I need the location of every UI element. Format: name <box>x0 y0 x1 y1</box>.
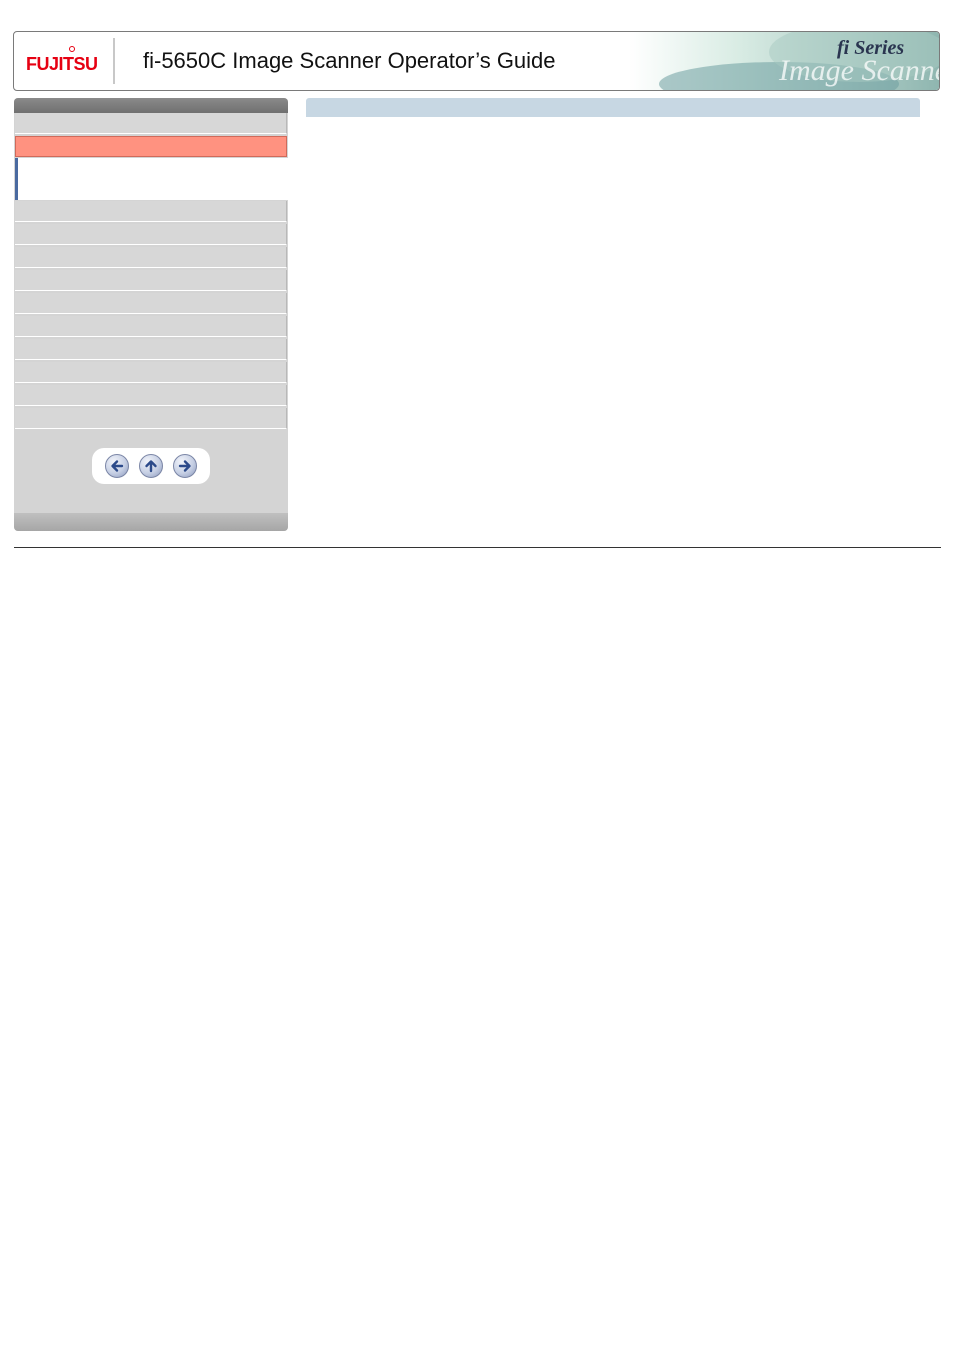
page-divider <box>14 547 941 548</box>
header-banner: FUJITSU fi-5650C Image Scanner Operator’… <box>13 31 940 91</box>
sidebar-item-active[interactable] <box>15 136 287 157</box>
content-header-bar <box>306 98 920 117</box>
next-button[interactable] <box>173 454 197 478</box>
sidebar-item-6[interactable] <box>15 270 287 291</box>
sidebar-item-11[interactable] <box>15 385 287 406</box>
sidebar <box>14 98 288 531</box>
sidebar-item-8[interactable] <box>15 316 287 337</box>
sidebar-bottom-bar <box>14 513 288 531</box>
sidebar-item-10[interactable] <box>15 362 287 383</box>
page-title: fi-5650C Image Scanner Operator’s Guide <box>143 48 556 73</box>
logo-divider <box>113 38 115 84</box>
back-button[interactable] <box>105 454 129 478</box>
arrow-right-icon <box>178 460 191 472</box>
sidebar-item-5[interactable] <box>15 247 287 268</box>
banner-art-image: Image Scanner fi Series <box>629 32 939 90</box>
sidebar-item-9[interactable] <box>15 339 287 360</box>
sidebar-subsection <box>15 158 288 200</box>
sidebar-subsection-marker <box>15 158 18 200</box>
sidebar-item-3[interactable] <box>15 201 287 222</box>
series-badge: fi Series <box>837 37 904 59</box>
fujitsu-logo: FUJITSU <box>26 46 102 76</box>
up-button[interactable] <box>139 454 163 478</box>
nav-buttons <box>92 448 210 484</box>
sidebar-item-4[interactable] <box>15 224 287 245</box>
sidebar-item-12[interactable] <box>15 408 287 429</box>
arrow-left-icon <box>111 460 124 472</box>
logo-text: FUJITSU <box>26 54 98 74</box>
sidebar-item-7[interactable] <box>15 293 287 314</box>
sidebar-item-1[interactable] <box>15 113 287 134</box>
sidebar-top-bar <box>14 98 288 113</box>
arrow-up-icon <box>145 460 157 473</box>
